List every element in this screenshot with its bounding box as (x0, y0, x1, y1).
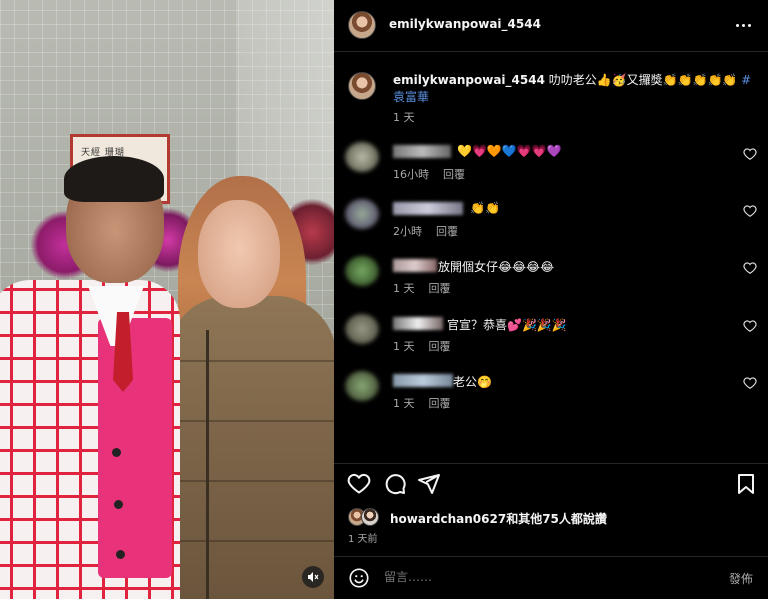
blurred-username[interactable] (393, 317, 443, 330)
blurred-username[interactable] (393, 202, 463, 215)
post-comment-button[interactable]: 發佈 (729, 570, 753, 587)
comment-item: 💛💗🧡💙💗💗💜 16小時 回覆 (334, 142, 768, 190)
jacket-zip (206, 330, 209, 599)
comment-item: 官宣？恭喜💕🎉🎉🎉 1 天 回覆 (334, 314, 768, 362)
comment-meta: 16小時 回覆 (393, 166, 479, 182)
action-bar (334, 472, 768, 498)
heart-icon[interactable] (743, 319, 757, 333)
woman-face (198, 200, 280, 308)
comment-item: 放開個女仔😂😂😂😂 1 天 回覆 (334, 256, 768, 304)
avatar[interactable] (345, 314, 379, 344)
comment-text: 官宣？恭喜💕🎉🎉🎉 (447, 318, 567, 332)
caption-body: 叻叻老公👍🥳又攞獎👏👏👏👏👏 (544, 73, 742, 87)
reply-button[interactable]: 回覆 (429, 282, 451, 295)
caption-username[interactable]: emilykwanpowai_4544 (393, 73, 545, 87)
avatar[interactable] (345, 142, 379, 172)
caption-text: emilykwanpowai_4544 叻叻老公👍🥳又攞獎👏👏👏👏👏 #袁富華 (393, 72, 753, 106)
likes-text[interactable]: howardchan0627和其他75人都說讚 (390, 510, 607, 527)
blurred-username[interactable] (393, 374, 453, 387)
comment-text: 放開個女仔😂😂😂😂 (438, 260, 555, 274)
reply-button[interactable]: 回覆 (429, 397, 451, 410)
comment-time: 1 天 (393, 282, 415, 295)
avatar[interactable] (361, 508, 379, 526)
likes-count[interactable]: 和其他75人都說讚 (506, 512, 607, 526)
heart-icon[interactable] (743, 376, 757, 390)
comment-meta: 2小時 回覆 (393, 223, 472, 239)
avatar[interactable] (345, 371, 379, 401)
comment-meta: 1 天 回覆 (393, 338, 465, 354)
reply-button[interactable]: 回覆 (429, 340, 451, 353)
comment-text: 👏👏 (470, 201, 500, 215)
avatar[interactable] (348, 72, 376, 100)
puffer-jacket (168, 296, 334, 599)
emoji-icon[interactable] (348, 567, 370, 589)
comment-input[interactable] (384, 570, 704, 584)
liker-username[interactable]: howardchan0627 (390, 512, 506, 526)
post-photo[interactable]: 天經 珊瑚 (0, 0, 334, 599)
blurred-username[interactable] (393, 145, 451, 158)
comment-text: 老公🤭 (453, 375, 492, 389)
comment-item: 老公🤭 1 天 回覆 (334, 371, 768, 419)
blurred-username[interactable] (393, 259, 437, 272)
caption-time: 1 天 (393, 111, 415, 124)
comment-icon[interactable] (383, 472, 407, 496)
heart-icon[interactable] (347, 472, 371, 496)
man-hair (64, 156, 164, 202)
send-icon[interactable] (417, 472, 441, 496)
post-side-panel: emilykwanpowai_4544 emilykwanpowai_4544 … (334, 0, 768, 599)
bookmark-icon[interactable] (734, 472, 758, 496)
more-horizontal-icon[interactable] (733, 15, 753, 35)
comment-meta: 1 天 回覆 (393, 280, 465, 296)
avatar[interactable] (348, 11, 376, 39)
comment-bar: 發佈 (334, 556, 768, 599)
speaker-muted-icon[interactable] (302, 566, 324, 588)
heart-icon[interactable] (743, 261, 757, 275)
comment-time: 16小時 (393, 168, 429, 181)
likes-row: howardchan0627和其他75人都說讚 (348, 508, 758, 528)
heart-icon[interactable] (743, 204, 757, 218)
comment-item: 👏👏 2小時 回覆 (334, 199, 768, 247)
comment-time: 1 天 (393, 340, 415, 353)
pink-vest (98, 318, 172, 578)
avatar[interactable] (345, 199, 379, 229)
comment-meta: 1 天 回覆 (393, 395, 465, 411)
reply-button[interactable]: 回覆 (443, 168, 465, 181)
heart-icon[interactable] (743, 147, 757, 161)
comment-text: 💛💗🧡💙💗💗💜 (457, 144, 562, 158)
divider (334, 463, 768, 464)
comment-time: 2小時 (393, 225, 422, 238)
avatar[interactable] (345, 256, 379, 286)
comment-time: 1 天 (393, 397, 415, 410)
reply-button[interactable]: 回覆 (436, 225, 458, 238)
post-username[interactable]: emilykwanpowai_4544 (389, 17, 541, 31)
post-time: 1 天前 (348, 534, 378, 545)
post-header: emilykwanpowai_4544 (334, 0, 768, 52)
